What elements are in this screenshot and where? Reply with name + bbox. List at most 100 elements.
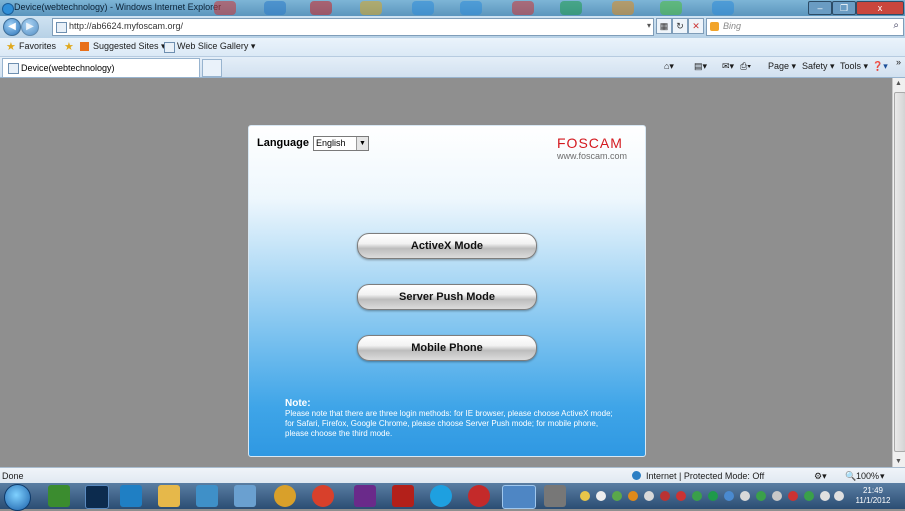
tray-icon[interactable] bbox=[660, 491, 670, 501]
zoom-icon[interactable]: 🔍 bbox=[845, 471, 856, 482]
internet-zone-icon bbox=[632, 471, 641, 480]
search-icon[interactable]: ⌕ bbox=[893, 20, 899, 31]
foscam-logo: FOSCAM bbox=[557, 135, 623, 151]
yahoo-messenger-icon[interactable] bbox=[354, 485, 376, 507]
utorrent-icon[interactable] bbox=[48, 485, 70, 507]
tray-icon[interactable] bbox=[740, 491, 750, 501]
background-app-icon bbox=[612, 1, 634, 15]
tray-icon[interactable] bbox=[724, 491, 734, 501]
add-favorite-icon[interactable]: ★ bbox=[64, 40, 74, 53]
app-icon[interactable] bbox=[234, 485, 256, 507]
mail-icon[interactable]: ✉▾ bbox=[722, 61, 734, 72]
system-clock[interactable]: 21:49 11/1/2012 bbox=[848, 486, 898, 506]
tray-icon[interactable] bbox=[788, 491, 798, 501]
suggested-sites-icon bbox=[80, 42, 89, 51]
tray-icon[interactable] bbox=[644, 491, 654, 501]
tray-icon[interactable] bbox=[596, 491, 606, 501]
more-commands-icon[interactable]: » bbox=[896, 57, 901, 67]
home-icon[interactable]: ⌂▾ bbox=[664, 61, 674, 72]
search-input[interactable]: Bing bbox=[723, 21, 741, 31]
background-app-icon bbox=[560, 1, 582, 15]
messenger-icon[interactable] bbox=[274, 485, 296, 507]
minimize-button[interactable]: – bbox=[808, 1, 832, 15]
background-app-icon bbox=[214, 1, 236, 15]
scrollbar-thumb[interactable] bbox=[894, 92, 905, 452]
favorites-button[interactable]: Favorites bbox=[19, 41, 56, 51]
back-button[interactable]: ◀ bbox=[3, 18, 21, 36]
photoshop-icon[interactable] bbox=[85, 485, 109, 509]
tools-menu[interactable]: Tools ▾ bbox=[840, 61, 868, 72]
security-zone[interactable]: Internet | Protected Mode: Off bbox=[646, 471, 764, 481]
teamviewer-icon[interactable] bbox=[120, 485, 142, 507]
tab-label: Device(webtechnology) bbox=[21, 63, 115, 73]
volume-icon[interactable] bbox=[834, 491, 844, 501]
address-bar[interactable]: http://ab6624.myfoscam.org/ ▾ bbox=[52, 18, 654, 36]
stop-icon[interactable]: ✕ bbox=[688, 18, 704, 34]
tray-icon[interactable] bbox=[676, 491, 686, 501]
window-title: Device(webtechnology) - Windows Internet… bbox=[14, 2, 222, 12]
start-button[interactable] bbox=[4, 484, 31, 511]
compatibility-view-icon[interactable]: ▦ bbox=[656, 18, 672, 34]
zoom-level[interactable]: 100% bbox=[856, 471, 879, 481]
suggested-sites-link[interactable]: Suggested Sites ▾ bbox=[93, 41, 166, 52]
print-icon[interactable]: ⎙▾ bbox=[740, 61, 751, 72]
zoom-dropdown-icon[interactable]: ▾ bbox=[880, 471, 885, 482]
scroll-up-icon[interactable]: ▲ bbox=[895, 80, 902, 87]
network-icon[interactable] bbox=[820, 491, 830, 501]
safety-menu[interactable]: Safety ▾ bbox=[802, 61, 835, 72]
tab-device[interactable]: Device(webtechnology) bbox=[2, 58, 200, 77]
tray-icon[interactable] bbox=[612, 491, 622, 501]
feeds-icon[interactable]: ▤▾ bbox=[694, 61, 707, 72]
tray-icon[interactable] bbox=[628, 491, 638, 501]
tray-icon[interactable] bbox=[580, 491, 590, 501]
vertical-scrollbar[interactable]: ▲ ▼ bbox=[892, 78, 905, 467]
mobile-phone-button[interactable]: Mobile Phone bbox=[357, 335, 537, 361]
background-app-icon bbox=[460, 1, 482, 15]
logo-url: www.foscam.com bbox=[557, 151, 628, 161]
background-app-icon bbox=[360, 1, 382, 15]
server-push-mode-button[interactable]: Server Push Mode bbox=[357, 284, 537, 310]
close-button[interactable]: x bbox=[856, 1, 904, 15]
login-panel: Language English ▼ FOSCAM www.foscam.com… bbox=[248, 125, 646, 457]
forward-button[interactable]: ▶ bbox=[21, 18, 39, 36]
filezilla-icon[interactable] bbox=[392, 485, 414, 507]
search-box[interactable]: Bing ⌕ bbox=[706, 18, 904, 36]
status-text: Done bbox=[2, 471, 24, 481]
ie-icon bbox=[2, 3, 14, 15]
page-icon bbox=[56, 22, 67, 33]
app-icon[interactable] bbox=[196, 485, 218, 507]
url-field[interactable]: http://ab6624.myfoscam.org/ bbox=[69, 21, 183, 31]
tray-icon[interactable] bbox=[772, 491, 782, 501]
tray-icon[interactable] bbox=[804, 491, 814, 501]
activex-mode-button[interactable]: ActiveX Mode bbox=[357, 233, 537, 259]
refresh-icon[interactable]: ↻ bbox=[672, 18, 688, 34]
tab-bar: Device(webtechnology) ⌂▾ ▤▾ ✉▾ ⎙▾ Page ▾… bbox=[0, 57, 905, 78]
chrome-icon[interactable] bbox=[312, 485, 334, 507]
chevron-down-icon[interactable]: ▼ bbox=[356, 137, 368, 150]
new-tab-button[interactable] bbox=[202, 59, 222, 77]
status-bar: Done Internet | Protected Mode: Off ⚙▾ 🔍… bbox=[0, 467, 905, 484]
app-icon[interactable] bbox=[468, 485, 490, 507]
background-app-icon bbox=[660, 1, 682, 15]
internet-explorer-icon[interactable] bbox=[502, 485, 536, 509]
page-menu[interactable]: Page ▾ bbox=[768, 61, 796, 72]
protected-mode-icon[interactable]: ⚙▾ bbox=[814, 471, 827, 482]
tray-icon[interactable] bbox=[692, 491, 702, 501]
background-app-icon bbox=[412, 1, 434, 15]
app-icon[interactable] bbox=[544, 485, 566, 507]
tray-icon[interactable] bbox=[708, 491, 718, 501]
maximize-button[interactable]: ❐ bbox=[832, 1, 856, 15]
tray-icon[interactable] bbox=[756, 491, 766, 501]
language-label: Language bbox=[257, 137, 309, 149]
background-app-icon bbox=[512, 1, 534, 15]
background-app-icon bbox=[310, 1, 332, 15]
clock-time: 21:49 bbox=[862, 486, 884, 495]
web-slice-gallery-link[interactable]: Web Slice Gallery ▾ bbox=[177, 41, 255, 52]
language-select[interactable]: English ▼ bbox=[313, 136, 369, 151]
language-value: English bbox=[316, 138, 346, 148]
help-icon[interactable]: ❓▾ bbox=[872, 61, 888, 72]
skype-icon[interactable] bbox=[430, 485, 452, 507]
dropdown-arrow-icon[interactable]: ▾ bbox=[647, 21, 651, 30]
folder-icon[interactable] bbox=[158, 485, 180, 507]
scroll-down-icon[interactable]: ▼ bbox=[895, 458, 902, 465]
